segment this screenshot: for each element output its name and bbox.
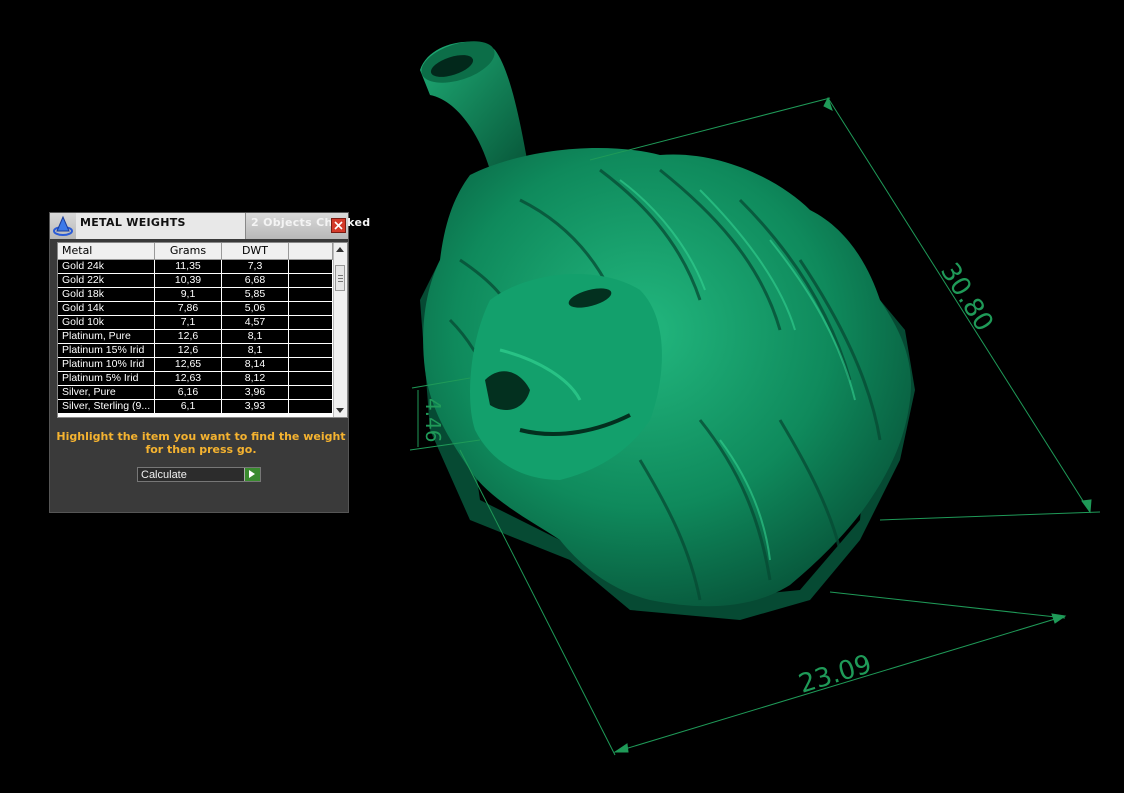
dialog-title-bar[interactable]: METAL WEIGHTS 2 Objects Checked [50,213,370,239]
cell-metal: Silver, Sterling (9... [58,400,155,413]
close-icon [334,221,343,230]
cell-metal: Platinum, Pure [58,330,155,343]
cell-empty [289,344,333,357]
tab-metal-weights[interactable]: METAL WEIGHTS [76,213,246,239]
cell-empty [289,288,333,301]
cell-empty [289,372,333,385]
cell-dwt: 5,06 [222,302,289,315]
calculate-select[interactable]: Calculate [137,467,261,482]
cell-dwt: 8,1 [222,330,289,343]
table-row[interactable]: Platinum 5% Irid 12,63 8,12 [58,372,333,386]
table-row[interactable]: Gold 22k 10,39 6,68 [58,274,333,288]
dimension-length-label: 30.80 [934,258,999,337]
table-row[interactable]: Gold 24k 11,35 7,3 [58,260,333,274]
column-header-dwt[interactable]: DWT [222,243,289,259]
table-row[interactable]: Gold 18k 9,1 5,85 [58,288,333,302]
lion-pendant-model[interactable] [416,33,915,620]
cell-empty [289,274,333,287]
table-header: Metal Grams DWT [58,243,333,260]
table-row[interactable]: Silver, Pure 6,16 3,96 [58,386,333,400]
scroll-down-arrow-icon[interactable] [336,408,344,413]
cell-metal: Platinum 10% Irid [58,358,155,371]
table-row[interactable]: Platinum 10% Irid 12,65 8,14 [58,358,333,372]
cell-empty [289,386,333,399]
table-row[interactable]: Platinum 15% Irid 12,6 8,1 [58,344,333,358]
calculate-select-value: Calculate [141,469,187,481]
cell-metal: Gold 14k [58,302,155,315]
cell-grams: 10,39 [155,274,222,287]
cell-dwt: 7,3 [222,260,289,273]
cell-dwt: 8,1 [222,344,289,357]
cell-metal: Silver, Pure [58,386,155,399]
cell-empty [289,358,333,371]
dimension-width-label: 23.09 [795,649,875,699]
objects-checked-label: 2 Objects Checked [251,216,371,229]
cell-metal: Gold 24k [58,260,155,273]
table-row[interactable]: Platinum, Pure 12,6 8,1 [58,330,333,344]
play-arrow-icon [249,470,255,478]
cell-metal: Gold 18k [58,288,155,301]
objects-checked-status: 2 Objects Checked [248,213,374,239]
cell-grams: 12,6 [155,330,222,343]
column-header-grams[interactable]: Grams [155,243,222,259]
table-row[interactable]: Gold 10k 7,1 4,57 [58,316,333,330]
cell-grams: 11,35 [155,260,222,273]
cell-metal: Gold 22k [58,274,155,287]
table-row[interactable]: Gold 14k 7,86 5,06 [58,302,333,316]
cell-grams: 7,86 [155,302,222,315]
cell-grams: 6,1 [155,400,222,413]
metal-weights-dialog: METAL WEIGHTS 2 Objects Checked Metal Gr… [49,212,370,513]
cell-empty [289,302,333,315]
cell-dwt: 4,57 [222,316,289,329]
tab-metal-weights-label: METAL WEIGHTS [80,216,186,229]
metal-weights-table[interactable]: Metal Grams DWT Gold 24k 11,35 7,3 Gold 22k… [57,242,348,418]
table-body: Gold 24k 11,35 7,3 Gold 22k 10,39 6,68 Gold 18… [58,260,333,414]
app-logo-icon [52,215,74,237]
close-button[interactable] [331,218,346,233]
scroll-thumb[interactable] [335,265,345,291]
cell-dwt: 3,96 [222,386,289,399]
cell-grams: 12,63 [155,372,222,385]
cell-empty [289,330,333,343]
instruction-text: Highlight the item you want to find the … [56,430,346,456]
vertical-scrollbar[interactable] [333,243,347,417]
cell-metal: Gold 10k [58,316,155,329]
cell-grams: 6,16 [155,386,222,399]
cell-grams: 12,65 [155,358,222,371]
go-button[interactable] [244,468,260,481]
scroll-up-arrow-icon[interactable] [336,247,344,252]
cell-empty [289,316,333,329]
cell-grams: 12,6 [155,344,222,357]
cell-dwt: 5,85 [222,288,289,301]
column-header-empty [289,243,333,259]
column-header-metal[interactable]: Metal [58,243,155,259]
cell-empty [289,400,333,413]
cell-dwt: 3,93 [222,400,289,413]
cell-dwt: 8,12 [222,372,289,385]
dimension-thickness-label: 4.46 [421,398,445,443]
cell-dwt: 6,68 [222,274,289,287]
cell-metal: Platinum 15% Irid [58,344,155,357]
cell-empty [289,260,333,273]
cell-grams: 7,1 [155,316,222,329]
table-row[interactable]: Silver, Sterling (9... 6,1 3,93 [58,400,333,414]
cell-metal: Platinum 5% Irid [58,372,155,385]
cell-grams: 9,1 [155,288,222,301]
cell-dwt: 8,14 [222,358,289,371]
